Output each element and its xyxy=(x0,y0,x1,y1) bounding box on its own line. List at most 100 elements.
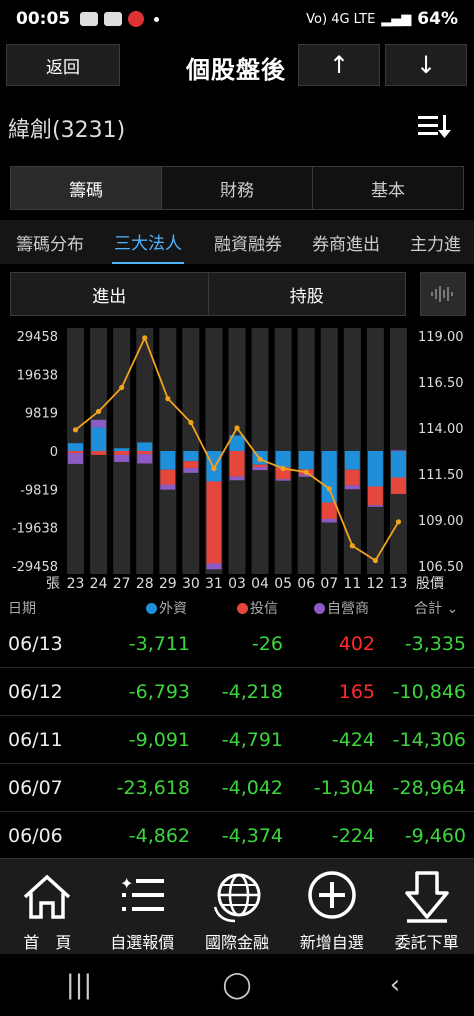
cell-trust: -26 xyxy=(251,632,283,655)
trust-bar xyxy=(114,451,130,455)
signal-icon: ▂▄▆ xyxy=(381,11,412,27)
dealer-bar xyxy=(252,467,268,471)
price-point xyxy=(119,384,125,391)
cell-total: -14,306 xyxy=(392,728,466,751)
col-total-header[interactable]: 合計 ⌄ xyxy=(414,598,458,618)
app-notification-icon xyxy=(128,11,145,27)
cell-trust: -4,218 xyxy=(221,680,283,703)
y-right-axis-label: 股價 xyxy=(416,575,444,592)
subtab-margin[interactable]: 融資融券 xyxy=(198,220,282,264)
foreign-bar xyxy=(114,448,130,451)
table-row[interactable]: 06/11 -9,091 -4,791 -424 -14,306 xyxy=(0,716,474,764)
data-table: 06/13 -3,711 -26 402 -3,335 06/12 -6,793… xyxy=(0,620,474,860)
subtab-institutional[interactable]: 三大法人 xyxy=(112,220,184,264)
cell-date: 06/11 xyxy=(8,728,63,751)
foreign-bar xyxy=(160,451,176,470)
x-tick-label: 23 xyxy=(67,576,85,592)
table-header: 日期 外資 投信 自營商 合計 ⌄ xyxy=(0,596,474,618)
nav-add-watch[interactable]: 新增自選 xyxy=(284,859,379,954)
foreign-bar xyxy=(367,451,383,487)
foreign-bar xyxy=(91,427,107,451)
x-tick-label: 28 xyxy=(136,576,154,592)
x-tick-label: 05 xyxy=(274,576,292,592)
app-notification-icon xyxy=(104,12,123,26)
cell-foreign: -4,862 xyxy=(128,824,190,847)
x-tick-label: 27 xyxy=(113,576,131,592)
cell-foreign: -6,793 xyxy=(128,680,190,703)
cell-dealer: 402 xyxy=(338,632,375,655)
table-row[interactable]: 06/12 -6,793 -4,218 165 -10,846 xyxy=(0,668,474,716)
col-dealer-header: 自營商 xyxy=(314,598,369,618)
y-left-tick-label: 9819 xyxy=(25,407,58,422)
subtab-brokers[interactable]: 券商進出 xyxy=(296,220,380,264)
foreign-bar xyxy=(344,451,360,470)
price-point xyxy=(188,419,194,426)
x-tick-label: 13 xyxy=(390,576,408,592)
subtab-chip-distribution[interactable]: 籌碼分布 xyxy=(0,220,84,264)
tab-finance[interactable]: 財務 xyxy=(162,167,313,209)
price-point xyxy=(142,335,148,341)
header: 返回 個股盤後 ↑ ↓ xyxy=(0,42,474,88)
dealer-bar xyxy=(114,454,130,462)
sub-tabs: 籌碼分布 三大法人 融資融券 券商進出 主力進 xyxy=(0,220,474,264)
y-left-tick-label: -9819 xyxy=(20,483,58,498)
nav-global[interactable]: 國際金融 xyxy=(190,859,285,954)
nav-order-label: 委託下單 xyxy=(394,933,459,952)
back-button[interactable]: 返回 xyxy=(6,44,120,86)
waveform-button[interactable] xyxy=(420,272,466,316)
next-stock-button[interactable]: ↓ xyxy=(385,44,467,86)
y-left-tick-label: 0 xyxy=(50,445,58,460)
price-point xyxy=(165,395,171,402)
foreign-bar xyxy=(321,451,337,503)
price-point xyxy=(349,543,355,549)
mode-inout-button[interactable]: 進出 xyxy=(11,273,209,315)
trust-bar xyxy=(367,486,383,506)
y-left-tick-label: -19638 xyxy=(12,522,58,537)
price-point xyxy=(96,408,102,415)
mode-holdings-button[interactable]: 持股 xyxy=(208,273,405,315)
table-row[interactable]: 06/06 -4,862 -4,374 -224 -9,460 xyxy=(0,812,474,860)
trust-bar xyxy=(321,502,337,519)
back-arrow-icon[interactable]: ‹ xyxy=(365,970,425,1000)
y-right-tick-label: 114.00 xyxy=(418,422,464,437)
recent-apps-icon[interactable]: ||| xyxy=(49,970,109,1000)
x-tick-label: 03 xyxy=(228,576,246,592)
tab-chips[interactable]: 籌碼 xyxy=(11,167,162,209)
trust-bar xyxy=(390,477,406,494)
home-icon xyxy=(24,874,71,919)
x-tick-label: 07 xyxy=(320,576,338,592)
download-arrow-icon xyxy=(404,871,449,923)
trust-bar xyxy=(160,469,176,485)
android-nav-bar: ||| ◯ ‹ xyxy=(0,954,474,1016)
nav-home[interactable]: 首 頁 xyxy=(0,859,95,954)
dealer-bar xyxy=(91,419,107,428)
tab-basic[interactable]: 基本 xyxy=(313,167,463,209)
chart-svg: 29458 19638 9819 0 -9819 -19638 -29458 119.00 11… xyxy=(12,328,464,592)
x-tick-label: 04 xyxy=(251,576,269,592)
previous-stock-button[interactable]: ↑ xyxy=(298,44,380,86)
dealer-bar xyxy=(183,468,199,473)
price-point xyxy=(72,427,79,433)
subtab-main-force[interactable]: 主力進 xyxy=(394,220,461,264)
nav-watchlist[interactable]: ✦ 自選報價 xyxy=(95,859,190,954)
cell-trust: -4,042 xyxy=(221,776,283,799)
foreign-bar xyxy=(68,443,84,451)
table-row[interactable]: 06/07 -23,618 -4,042 -1,304 -28,964 xyxy=(0,764,474,812)
dealer-bar xyxy=(160,484,176,490)
nav-watchlist-label: 自選報價 xyxy=(110,933,175,952)
trust-bar xyxy=(68,451,84,453)
trust-bar xyxy=(252,464,268,468)
waveform-icon xyxy=(431,286,453,302)
dealer-bar xyxy=(344,485,360,490)
status-bar: 00:05 Vo) 4G LTE ▂▄▆ 64% xyxy=(0,0,474,38)
nav-order[interactable]: 委託下單 xyxy=(379,859,474,954)
price-point xyxy=(234,425,240,431)
cell-dealer: 165 xyxy=(338,680,375,703)
foreign-bar xyxy=(183,451,199,462)
sort-menu-icon[interactable] xyxy=(416,112,452,140)
price-point xyxy=(257,456,263,462)
status-time: 00:05 xyxy=(16,9,71,29)
main-tabs: 籌碼 財務 基本 xyxy=(10,166,464,210)
home-button-icon[interactable]: ◯ xyxy=(207,970,267,1000)
table-row[interactable]: 06/13 -3,711 -26 402 -3,335 xyxy=(0,620,474,668)
